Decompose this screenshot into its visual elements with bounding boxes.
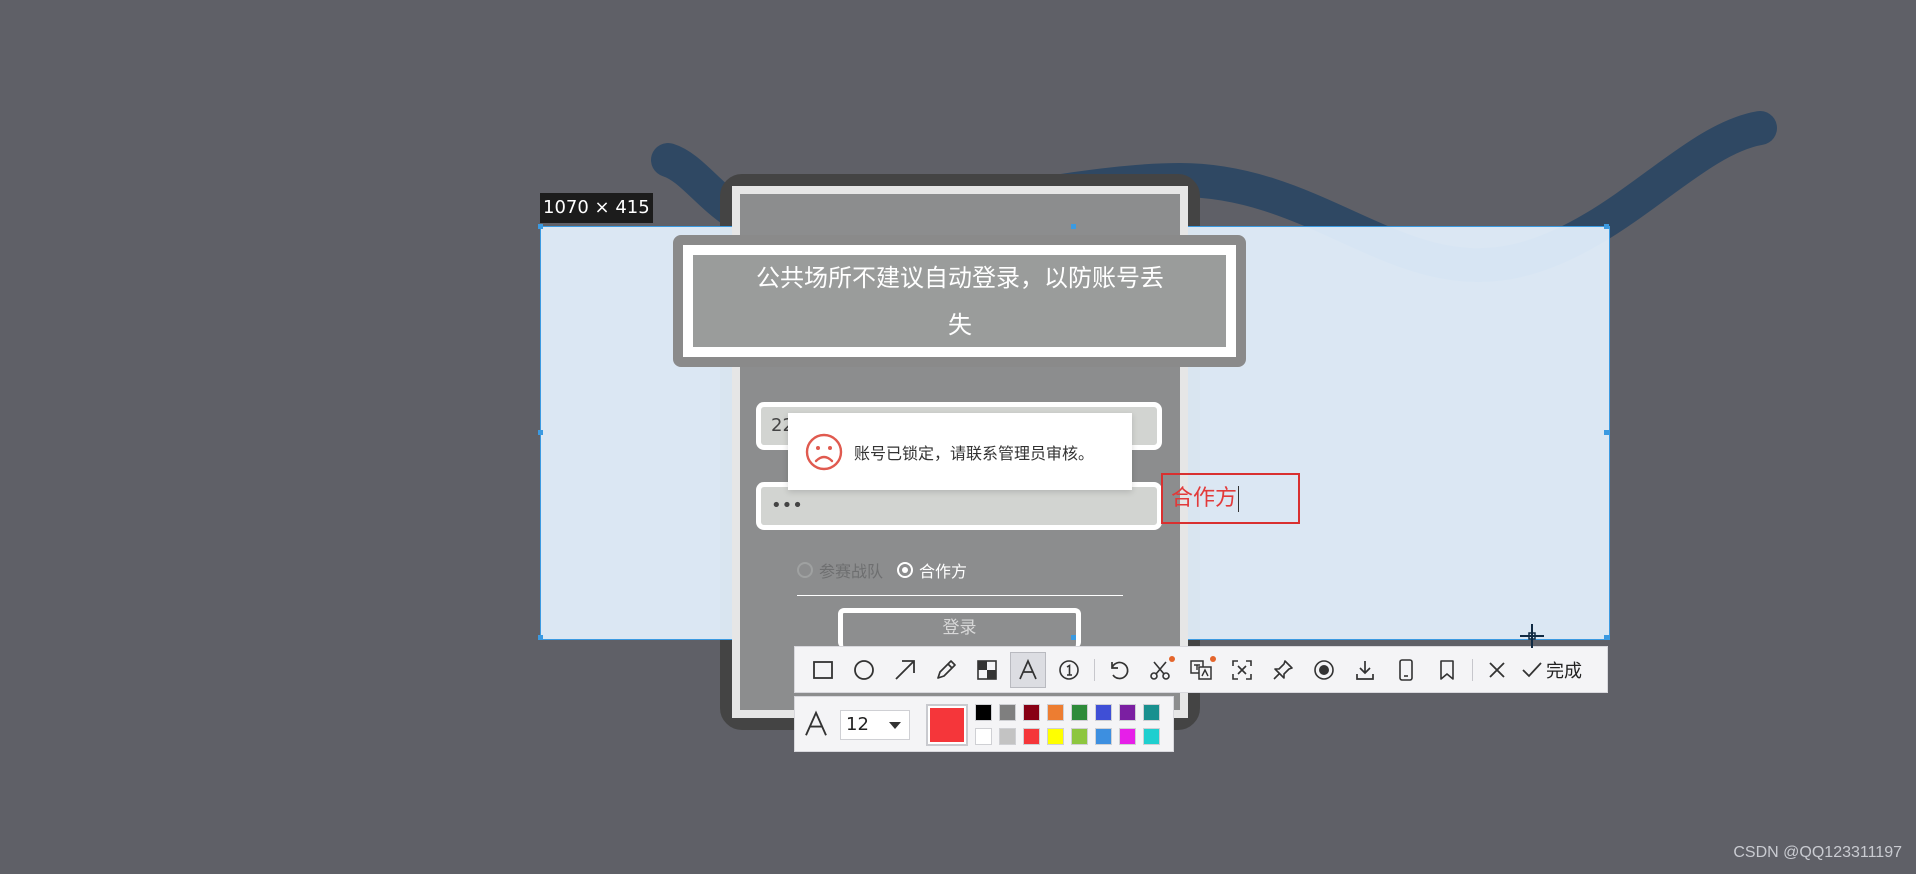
radio-partner-label[interactable]: 合作方	[919, 558, 967, 582]
color-swatch[interactable]	[1047, 704, 1064, 721]
font-icon	[805, 710, 827, 736]
rectangle-tool[interactable]	[805, 652, 841, 688]
close-icon	[1489, 661, 1505, 678]
cutout-tool[interactable]	[1142, 652, 1178, 688]
translate-icon	[1190, 659, 1212, 680]
cancel-tool[interactable]	[1479, 652, 1515, 688]
mosaic-tool[interactable]	[969, 652, 1005, 688]
login-button[interactable]: 登录	[838, 608, 1081, 648]
sad-face-icon	[805, 433, 843, 470]
arrow-tool[interactable]	[887, 652, 923, 688]
serial-number-tool[interactable]	[1051, 652, 1087, 688]
new-badge-dot	[1169, 655, 1175, 662]
error-toast: 账号已锁定，请联系管理员审核。	[788, 413, 1132, 490]
phone-icon	[1399, 658, 1413, 681]
current-color-button[interactable]	[926, 704, 968, 746]
annotation-toolbar: 完成	[794, 646, 1608, 693]
color-swatch[interactable]	[999, 728, 1016, 745]
color-swatch[interactable]	[1023, 728, 1040, 745]
color-swatch[interactable]	[1071, 728, 1088, 745]
record-tool[interactable]	[1306, 652, 1342, 688]
toolbar-separator	[1472, 658, 1473, 681]
color-swatch[interactable]	[975, 728, 992, 745]
save-tool[interactable]	[1347, 652, 1383, 688]
font-size-select[interactable]: 12	[840, 710, 910, 740]
radio-team[interactable]	[797, 562, 813, 578]
number-circle-icon	[1059, 659, 1079, 680]
font-size-value: 12	[846, 714, 869, 735]
crosshair-cursor-icon	[1520, 624, 1544, 648]
color-swatch[interactable]	[1047, 728, 1064, 745]
auto-login-notice: 公共场所不建议自动登录，以防账号丢失	[756, 264, 1164, 339]
translate-tool[interactable]	[1183, 652, 1219, 688]
resize-handle-top-left[interactable]	[538, 224, 543, 229]
color-swatch[interactable]	[1143, 704, 1160, 721]
color-swatch[interactable]	[975, 704, 992, 721]
mosaic-icon	[977, 659, 997, 680]
color-swatch[interactable]	[1071, 704, 1088, 721]
chevron-down-icon	[889, 722, 901, 729]
text-icon	[1019, 658, 1037, 679]
pin-icon	[1273, 659, 1293, 680]
download-icon	[1356, 660, 1374, 680]
text-annotation-content[interactable]: 合作方	[1171, 486, 1237, 511]
color-swatch[interactable]	[1095, 728, 1112, 745]
undo-tool[interactable]	[1101, 652, 1137, 688]
resize-handle-right[interactable]	[1604, 430, 1609, 435]
ocr-tool[interactable]	[1224, 652, 1260, 688]
pencil-icon	[937, 659, 956, 679]
bookmark-tool[interactable]	[1429, 652, 1465, 688]
arrow-icon	[895, 659, 915, 680]
done-label: 完成	[1546, 660, 1582, 682]
pin-tool[interactable]	[1265, 652, 1301, 688]
color-swatch[interactable]	[1095, 704, 1112, 721]
color-swatch[interactable]	[1143, 728, 1160, 745]
resize-handle-top[interactable]	[1071, 224, 1076, 229]
current-color-swatch	[930, 708, 964, 742]
radio-team-label[interactable]: 参赛战队	[819, 558, 883, 582]
ocr-icon	[1232, 659, 1252, 680]
color-swatch[interactable]	[999, 704, 1016, 721]
toolbar-separator	[1094, 658, 1095, 681]
toast-message: 账号已锁定，请联系管理员审核。	[854, 443, 1095, 463]
rectangle-icon	[813, 660, 833, 679]
form-divider	[797, 595, 1123, 596]
resize-handle-bottom-right[interactable]	[1604, 635, 1609, 640]
text-caret	[1238, 486, 1240, 512]
done-button[interactable]: 完成	[1520, 652, 1582, 688]
ellipse-icon	[854, 659, 874, 680]
record-icon	[1314, 659, 1334, 680]
send-to-phone-tool[interactable]	[1388, 652, 1424, 688]
ellipse-tool[interactable]	[846, 652, 882, 688]
color-swatch[interactable]	[1023, 704, 1040, 721]
scissors-icon	[1150, 660, 1170, 680]
undo-icon	[1111, 661, 1129, 679]
resize-handle-bottom[interactable]	[1071, 635, 1076, 640]
watermark: CSDN @QQ123311197	[1733, 844, 1902, 861]
selection-size-label: 1070 × 415	[540, 193, 653, 223]
text-properties-panel: 12	[794, 696, 1174, 752]
role-selector: 参赛战队 合作方	[797, 556, 975, 584]
checkmark-icon	[1522, 661, 1542, 677]
resize-handle-bottom-left[interactable]	[538, 635, 543, 640]
text-tool[interactable]	[1010, 651, 1046, 688]
pencil-tool[interactable]	[928, 652, 964, 688]
resize-handle-left[interactable]	[538, 430, 543, 435]
radio-partner[interactable]	[897, 562, 914, 578]
color-swatch[interactable]	[1119, 704, 1136, 721]
new-badge-dot	[1210, 655, 1216, 662]
color-swatch[interactable]	[1119, 728, 1136, 745]
resize-handle-top-right[interactable]	[1604, 224, 1609, 229]
text-annotation-box[interactable]: 合作方	[1161, 473, 1300, 524]
bookmark-icon	[1440, 659, 1454, 680]
